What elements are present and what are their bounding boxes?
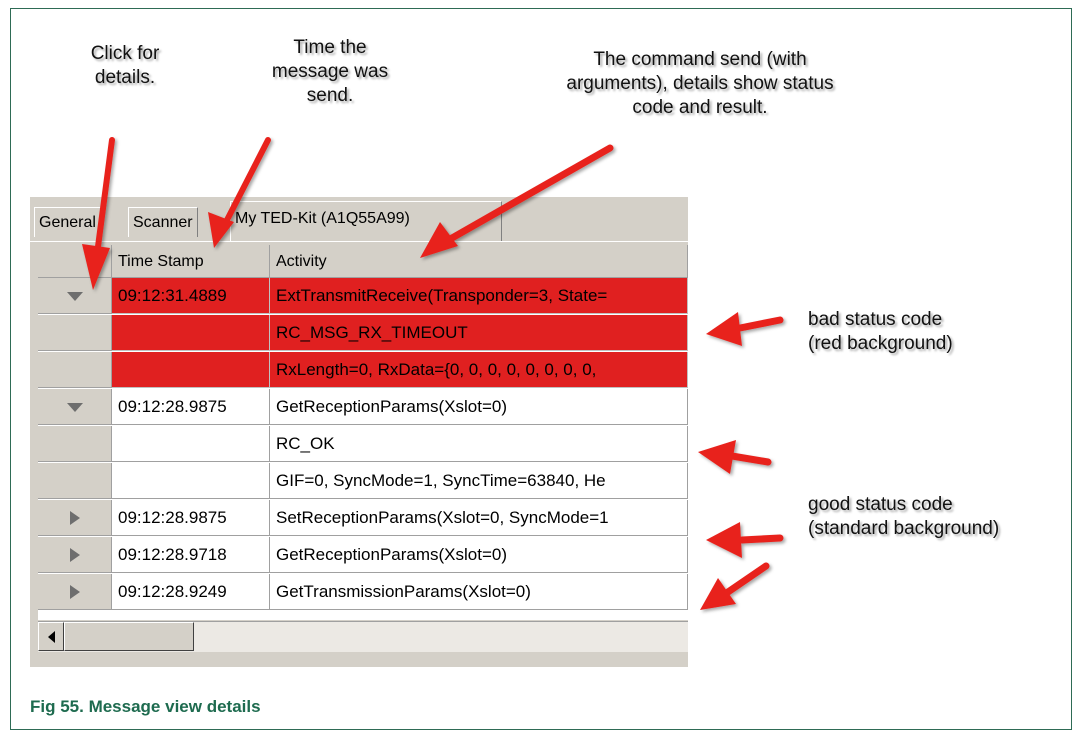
time-stamp-cell: 09:12:28.9875: [112, 389, 270, 425]
scroll-thumb[interactable]: [64, 622, 194, 651]
table-row[interactable]: 09:12:28.9875 GetReceptionParams(Xslot=0): [38, 389, 688, 425]
row-expander-cell: [38, 426, 112, 462]
tab-bar: General Scanner My TED-Kit (A1Q55A99): [30, 197, 688, 242]
table-row[interactable]: 09:12:31.4889 ExtTransmitReceive(Transpon…: [38, 278, 688, 314]
row-expander-cell: [38, 352, 112, 388]
callout-good-status: good status code (standard background): [808, 494, 1000, 539]
tab-scanner[interactable]: Scanner: [128, 207, 198, 237]
callout-command: The command send (with arguments), detai…: [566, 49, 834, 118]
scroll-left-icon: [48, 631, 55, 643]
callout-time-stamp: Time the message was send.: [271, 37, 389, 106]
time-stamp-cell: 09:12:28.9875: [112, 500, 270, 536]
activity-cell: GetReceptionParams(Xslot=0): [270, 537, 688, 573]
horizontal-scrollbar[interactable]: [38, 621, 688, 652]
header-activity[interactable]: Activity: [270, 245, 688, 278]
table-row[interactable]: 09:12:28.9875 SetReceptionParams(Xslot=0,…: [38, 500, 688, 536]
expand-right-icon[interactable]: [70, 511, 80, 525]
time-stamp-cell: 09:12:28.9718: [112, 537, 270, 573]
table-row[interactable]: GIF=0, SyncMode=1, SyncTime=63840, He: [38, 463, 688, 499]
time-stamp-cell: [112, 426, 270, 462]
table-row[interactable]: 09:12:28.9249 GetTransmissionParams(Xslot…: [38, 574, 688, 610]
row-expander-cell[interactable]: [38, 537, 112, 573]
time-stamp-cell: [112, 352, 270, 388]
row-expander-cell[interactable]: [38, 574, 112, 610]
figure-caption: Fig 55. Message view details: [30, 697, 261, 716]
expand-right-icon[interactable]: [70, 585, 80, 599]
activity-cell: RC_MSG_RX_TIMEOUT: [270, 315, 688, 351]
activity-cell: GetReceptionParams(Xslot=0): [270, 389, 688, 425]
expand-down-icon[interactable]: [67, 403, 83, 412]
row-expander-cell: [38, 463, 112, 499]
callout-bad-status: bad status code (red background): [808, 309, 953, 354]
message-grid: Time Stamp Activity 09:12:31.4889 ExtTran…: [38, 245, 688, 620]
row-expander-cell[interactable]: [38, 389, 112, 425]
expand-down-icon[interactable]: [67, 292, 83, 301]
activity-cell: ExtTransmitReceive(Transponder=3, State=: [270, 278, 688, 314]
scroll-left-button[interactable]: [38, 622, 64, 651]
expand-right-icon[interactable]: [70, 548, 80, 562]
header-selector: [38, 245, 112, 278]
activity-cell: GetTransmissionParams(Xslot=0): [270, 574, 688, 610]
time-stamp-cell: [112, 315, 270, 351]
time-stamp-cell: 09:12:28.9249: [112, 574, 270, 610]
tab-general[interactable]: General: [34, 207, 101, 237]
table-row[interactable]: RC_OK: [38, 426, 688, 462]
time-stamp-cell: [112, 463, 270, 499]
header-time-stamp[interactable]: Time Stamp: [112, 245, 270, 278]
table-row[interactable]: 09:12:28.9718 GetReceptionParams(Xslot=0): [38, 537, 688, 573]
row-expander-cell[interactable]: [38, 500, 112, 536]
time-stamp-cell: 09:12:31.4889: [112, 278, 270, 314]
row-expander-cell[interactable]: [38, 278, 112, 314]
activity-cell: RxLength=0, RxData={0, 0, 0, 0, 0, 0, 0,…: [270, 352, 688, 388]
message-view-screenshot: General Scanner My TED-Kit (A1Q55A99) Ti…: [30, 197, 688, 667]
activity-cell: RC_OK: [270, 426, 688, 462]
activity-cell: SetReceptionParams(Xslot=0, SyncMode=1: [270, 500, 688, 536]
callout-click-details: Click for details.: [90, 43, 160, 88]
row-expander-cell: [38, 315, 112, 351]
tab-my-ted-kit[interactable]: My TED-Kit (A1Q55A99): [230, 201, 502, 241]
activity-cell: GIF=0, SyncMode=1, SyncTime=63840, He: [270, 463, 688, 499]
table-row[interactable]: RC_MSG_RX_TIMEOUT: [38, 315, 688, 351]
table-row[interactable]: RxLength=0, RxData={0, 0, 0, 0, 0, 0, 0,…: [38, 352, 688, 388]
